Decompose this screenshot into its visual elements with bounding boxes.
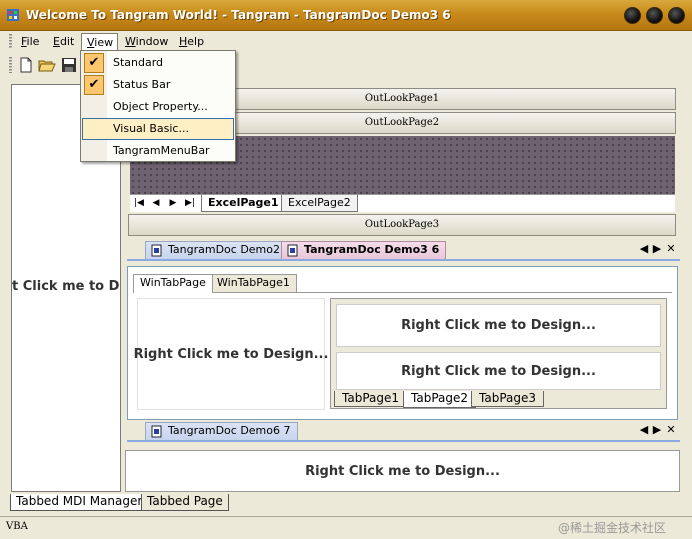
- wintab-tab-wintabpage[interactable]: WinTabPage: [133, 274, 213, 293]
- new-file-icon[interactable]: [17, 56, 35, 74]
- doc-tab-demo6[interactable]: TangramDoc Demo6 7: [145, 422, 298, 440]
- doc-tab-demo2[interactable]: TangramDoc Demo2 5: [145, 241, 298, 259]
- outlook-page-3[interactable]: OutLookPage3: [128, 214, 676, 236]
- menu-bar: File Edit View Window Help: [0, 31, 692, 52]
- status-bar: VBA @稀土掘金技术社区: [0, 516, 692, 539]
- design-area-left[interactable]: Right Click me to Design...: [134, 298, 328, 410]
- document-icon: [151, 425, 162, 438]
- tab-tabpage2[interactable]: TabPage2: [403, 391, 476, 408]
- doc-tab-strip-bottom: TangramDoc Demo6 7 ◀ ▶ ✕: [127, 420, 680, 440]
- menu-grip[interactable]: [9, 34, 12, 49]
- sheet-tab-excelpage2[interactable]: ExcelPage2: [281, 195, 358, 212]
- menu-help[interactable]: Help: [174, 33, 209, 51]
- doc-tab-strip-top: TangramDoc Demo2 5 TangramDoc Demo3 6 ◀ …: [127, 239, 680, 259]
- checkmark-icon: ✔: [84, 53, 104, 73]
- tab-close-icon[interactable]: ✕: [665, 242, 677, 255]
- wintab-tab-wintabpage1[interactable]: WinTabPage1: [210, 274, 297, 292]
- title-bar[interactable]: Welcome To Tangram World! - Tangram - Ta…: [0, 0, 692, 31]
- window-title: Welcome To Tangram World! - Tangram - Ta…: [26, 8, 451, 22]
- maximize-button[interactable]: [646, 7, 663, 24]
- menu-item-visual-basic[interactable]: Visual Basic...: [82, 118, 234, 140]
- menu-item-standard[interactable]: ✔ Standard: [82, 52, 234, 74]
- left-design-text: t Click me to Des: [12, 279, 120, 294]
- document-icon: [151, 244, 162, 257]
- design-area-bottom[interactable]: Right Click me to Design...: [125, 450, 680, 492]
- close-button[interactable]: [668, 7, 685, 24]
- save-icon[interactable]: [60, 56, 78, 74]
- sheet-last-button[interactable]: ▶|: [183, 197, 197, 210]
- tab-tabpage1[interactable]: TabPage1: [334, 391, 407, 407]
- sheet-tab-excelpage1[interactable]: ExcelPage1: [201, 195, 286, 212]
- tab-tabpage3[interactable]: TabPage3: [471, 391, 544, 407]
- toolbar-grip[interactable]: [9, 57, 12, 73]
- sheet-prev-button[interactable]: ◀: [149, 197, 163, 210]
- app-icon: [7, 9, 19, 21]
- menu-edit[interactable]: Edit: [48, 33, 79, 51]
- tab-tabbed-page[interactable]: Tabbed Page: [141, 494, 229, 511]
- tab-strip-divider: [127, 440, 680, 442]
- tab-scroll-left-icon[interactable]: ◀: [638, 423, 650, 436]
- document-icon: [287, 244, 298, 257]
- status-text: VBA: [6, 521, 28, 532]
- menu-window[interactable]: Window: [120, 33, 173, 51]
- checkmark-icon: ✔: [84, 75, 104, 95]
- menu-file[interactable]: File: [16, 33, 44, 51]
- tab-scroll-right-icon[interactable]: ▶: [651, 423, 663, 436]
- design-area-upper[interactable]: Right Click me to Design...: [336, 304, 661, 347]
- tab-close-icon[interactable]: ✕: [665, 423, 677, 436]
- excel-sheet-tabs: |◀ ◀ ▶ ▶| ExcelPage1 ExcelPage2: [130, 194, 675, 212]
- wintab-divider: [133, 292, 672, 293]
- sheet-first-button[interactable]: |◀: [132, 197, 146, 210]
- design-area-lower[interactable]: Right Click me to Design...: [336, 352, 661, 390]
- tab-scroll-left-icon[interactable]: ◀: [638, 242, 650, 255]
- open-folder-icon[interactable]: [38, 56, 56, 74]
- tab-strip-divider: [127, 259, 680, 261]
- menu-item-tangram-menubar[interactable]: TangramMenuBar: [82, 140, 234, 162]
- tab-scroll-right-icon[interactable]: ▶: [651, 242, 663, 255]
- menu-view[interactable]: View: [81, 33, 118, 51]
- doc-tab-demo3[interactable]: TangramDoc Demo3 6: [281, 241, 447, 259]
- tab-tabbed-mdi-manager[interactable]: Tabbed MDI Manager: [10, 494, 149, 511]
- menu-item-status-bar[interactable]: ✔ Status Bar: [82, 74, 234, 96]
- watermark: @稀土掘金技术社区: [558, 521, 667, 535]
- menu-item-object-property[interactable]: Object Property...: [82, 96, 234, 118]
- sheet-next-button[interactable]: ▶: [166, 197, 180, 210]
- minimize-button[interactable]: [624, 7, 641, 24]
- view-menu-dropdown: ✔ Standard ✔ Status Bar Object Property.…: [80, 50, 236, 162]
